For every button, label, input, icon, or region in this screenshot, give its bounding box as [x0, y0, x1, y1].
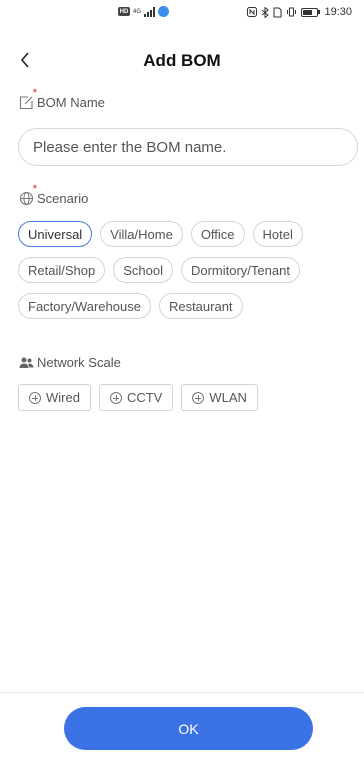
status-bar: HD 4G 19:30 [0, 0, 364, 28]
add-wired-label: Wired [46, 390, 80, 405]
users-icon [18, 354, 34, 370]
signal-bars-icon [144, 6, 156, 17]
network-scale-buttons: Wired CCTV WLAN [18, 384, 258, 411]
data-saver-icon [158, 6, 170, 17]
scenario-chip-school[interactable]: School [113, 257, 173, 283]
plus-circle-icon [29, 391, 41, 404]
add-wlan-button[interactable]: WLAN [181, 384, 258, 411]
network-scale-label: Network Scale [18, 354, 121, 370]
scenario-chip-factory-warehouse[interactable]: Factory/Warehouse [18, 293, 151, 319]
scenario-chip-hotel[interactable]: Hotel [252, 221, 303, 247]
scenario-chip-restaurant[interactable]: Restaurant [158, 293, 243, 319]
edit-icon: * [18, 88, 37, 110]
scenario-options: Universal Villa/Home Office Hotel Retail… [18, 221, 358, 319]
globe-icon: * [18, 184, 37, 206]
bom-name-input[interactable] [18, 128, 358, 166]
scenario-chip-universal[interactable]: Universal [18, 221, 93, 247]
scenario-label-text: Scenario [37, 190, 89, 206]
nfc-icon [247, 7, 258, 17]
add-wlan-label: WLAN [209, 390, 247, 405]
scenario-label: * Scenario [18, 184, 89, 206]
network-type-label: 4G [133, 8, 142, 15]
cellular-signal-icon: 4G [133, 9, 141, 15]
add-cctv-label: CCTV [126, 390, 163, 405]
required-mark: * [32, 87, 37, 99]
sim-icon [273, 7, 282, 18]
hd-icon: HD [118, 7, 130, 16]
scenario-chip-office[interactable]: Office [190, 221, 245, 247]
header: Add BOM [0, 44, 364, 80]
vibrate-icon [286, 7, 297, 17]
plus-circle-icon [109, 391, 122, 404]
plus-circle-icon [192, 391, 205, 404]
ok-button[interactable]: OK [64, 707, 313, 750]
add-wired-button[interactable]: Wired [18, 384, 91, 411]
scenario-chip-dormitory-tenant[interactable]: Dormitory/Tenant [180, 257, 300, 283]
add-cctv-button[interactable]: CCTV [98, 384, 174, 411]
battery-icon [301, 7, 321, 17]
status-left: HD 4G [118, 6, 170, 17]
page-title: Add BOM [143, 51, 221, 70]
status-time: 19:30 [324, 6, 352, 18]
required-mark: * [32, 183, 37, 195]
footer-divider [0, 692, 364, 693]
scenario-chip-retail-shop[interactable]: Retail/Shop [18, 257, 106, 283]
status-right: 19:30 [247, 6, 352, 18]
network-scale-label-text: Network Scale [37, 354, 121, 370]
bom-name-label: * BOM Name [18, 88, 105, 110]
bom-name-label-text: BOM Name [37, 94, 105, 110]
bluetooth-icon [261, 6, 270, 18]
scenario-chip-villa-home[interactable]: Villa/Home [100, 221, 183, 247]
